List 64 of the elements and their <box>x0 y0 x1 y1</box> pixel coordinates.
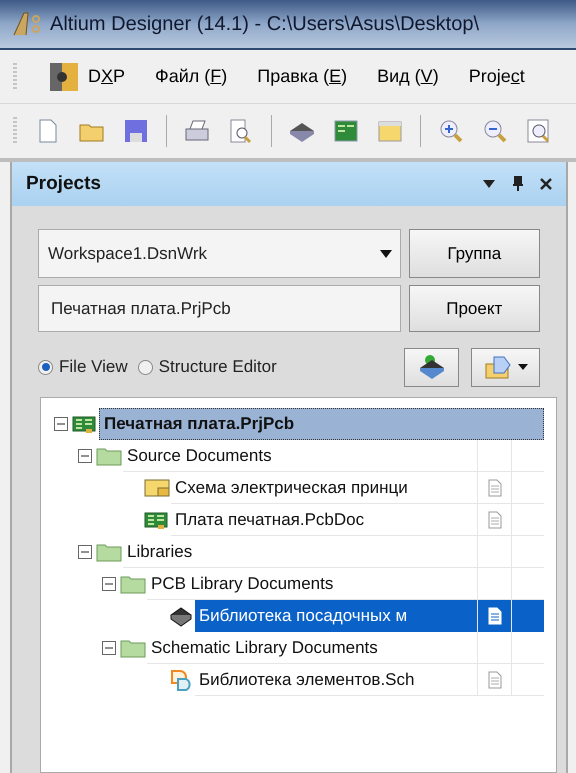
collapse-icon[interactable] <box>102 577 116 591</box>
item-label: Библиотека посадочных м <box>198 605 408 628</box>
circuit-board-icon <box>72 414 98 434</box>
tree-item[interactable]: Библиотека посадочных м <box>195 600 544 632</box>
workspace-name: Workspace1.DsnWrk <box>48 242 208 265</box>
circuit-board-icon <box>144 510 170 530</box>
menu-item[interactable]: Файл (F) <box>155 63 228 90</box>
tree-item[interactable]: Плата печатная.PcbDoc <box>171 504 544 536</box>
app-logo-icon <box>12 11 42 37</box>
document-icon <box>488 607 502 625</box>
pin-icon[interactable] <box>512 176 524 192</box>
menu-item[interactable]: DXP <box>48 60 126 92</box>
radio-button[interactable] <box>38 360 53 374</box>
menu-item[interactable]: Project <box>468 63 525 90</box>
tree-item[interactable]: Source Documents <box>123 440 544 472</box>
tree-item[interactable]: Библиотека элементов.Sch <box>195 664 544 696</box>
collapse-icon[interactable] <box>102 641 116 655</box>
project-field[interactable]: Печатная плата.PrjPcb <box>38 285 401 332</box>
tree-item[interactable]: Schematic Library Documents <box>147 632 544 664</box>
caret-icon <box>380 250 392 258</box>
sheet-icon <box>144 478 170 498</box>
folder-icon <box>96 446 122 466</box>
tree-item[interactable]: Печатная плата.PrjPcb <box>99 408 544 440</box>
dxp-logo-icon <box>48 60 80 92</box>
project-name: Печатная плата.PrjPcb <box>51 298 231 320</box>
view-radio[interactable]: Structure Editor <box>138 354 277 380</box>
item-label: Библиотека элементов.Sch <box>198 668 416 691</box>
collapse-icon[interactable] <box>78 449 92 463</box>
workspace-button[interactable]: Группа <box>408 229 540 278</box>
open-document-button[interactable] <box>471 348 540 386</box>
compile-button[interactable] <box>404 348 459 386</box>
collapse-icon[interactable] <box>54 417 68 431</box>
folder-icon <box>120 574 146 594</box>
collapse-icon[interactable] <box>78 545 92 559</box>
dropdown-icon[interactable] <box>482 179 496 189</box>
document-icon <box>488 478 502 496</box>
tree-item[interactable]: Схема электрическая принци <box>171 472 544 504</box>
panel-title: Projects <box>26 172 101 196</box>
folder-arrow-icon <box>484 354 514 380</box>
item-label: Плата печатная.PcbDoc <box>174 508 366 531</box>
project-button[interactable]: Проект <box>408 285 540 332</box>
item-label: Source Documents <box>126 444 273 467</box>
folder-icon <box>96 542 122 562</box>
grip-icon <box>12 62 18 92</box>
save-icon[interactable] <box>122 117 150 145</box>
menu-item[interactable]: Правка (E) <box>257 63 348 90</box>
chip-icon <box>418 354 446 380</box>
item-label: Схема электрическая принци <box>174 476 409 499</box>
menu-item[interactable]: Вид (V) <box>377 63 439 90</box>
tree-item[interactable]: Libraries <box>123 536 544 568</box>
document-icon <box>488 510 502 528</box>
item-label: Schematic Library Documents <box>150 636 379 659</box>
chip-icon <box>168 605 194 627</box>
item-label: Печатная плата.PrjPcb <box>103 413 296 436</box>
radio-button[interactable] <box>138 360 153 374</box>
item-label: PCB Library Documents <box>150 572 334 595</box>
view-radio[interactable]: File View <box>38 354 128 380</box>
close-icon[interactable] <box>540 178 552 190</box>
item-label: Libraries <box>126 540 194 563</box>
workspace-dropdown[interactable]: Workspace1.DsnWrk <box>38 229 401 278</box>
document-icon <box>488 670 502 688</box>
folder-icon <box>120 638 146 658</box>
window-title: Altium Designer (14.1) - C:\Users\Asus\Desktop\ <box>50 12 480 37</box>
caret-icon <box>518 364 528 370</box>
